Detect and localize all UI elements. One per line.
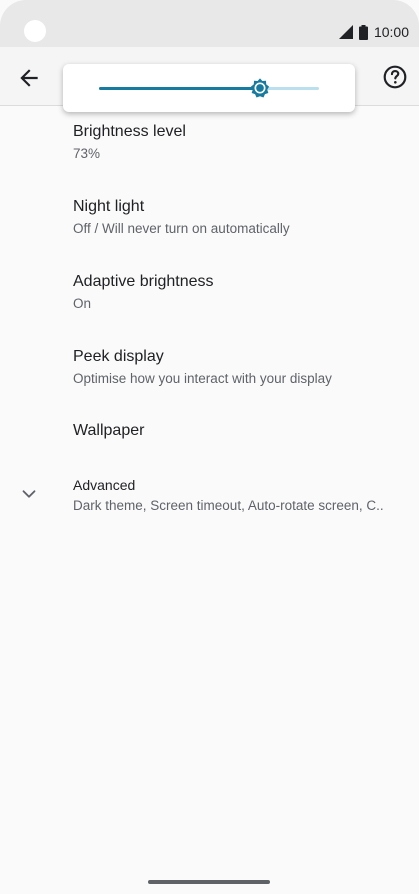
setting-advanced[interactable]: Advanced Dark theme, Screen timeout, Aut… xyxy=(0,461,419,535)
home-gesture-bar[interactable] xyxy=(148,880,270,884)
status-icons: 10:00 xyxy=(338,22,409,42)
chevron-down-icon xyxy=(22,490,36,498)
status-bar: 10:00 xyxy=(0,0,419,47)
setting-brightness-level[interactable]: Brightness level 73% xyxy=(0,105,419,179)
setting-subtitle: Optimise how you interact with your disp… xyxy=(73,371,332,386)
brightness-icon[interactable] xyxy=(249,77,271,99)
setting-title: Peek display xyxy=(73,348,164,365)
setting-wallpaper[interactable]: Wallpaper xyxy=(0,404,419,458)
setting-title: Wallpaper xyxy=(73,422,145,439)
setting-peek-display[interactable]: Peek display Optimise how you interact w… xyxy=(0,329,419,403)
setting-subtitle: On xyxy=(73,296,92,311)
setting-title: Advanced xyxy=(73,477,136,493)
camera-cutout xyxy=(24,20,46,42)
setting-adaptive-brightness[interactable]: Adaptive brightness On xyxy=(0,255,419,329)
setting-subtitle: Dark theme, Screen timeout, Auto-rotate … xyxy=(73,498,384,513)
brightness-slider-fill xyxy=(99,87,260,90)
setting-subtitle: Off / Will never turn on automatically xyxy=(73,221,290,236)
brightness-slider[interactable] xyxy=(99,78,319,98)
arrow-back-icon[interactable] xyxy=(16,65,42,91)
setting-title: Brightness level xyxy=(73,123,186,140)
help-icon[interactable] xyxy=(382,64,408,90)
setting-title: Night light xyxy=(73,198,145,215)
setting-night-light[interactable]: Night light Off / Will never turn on aut… xyxy=(0,180,419,254)
signal-icon xyxy=(338,25,353,39)
setting-subtitle: 73% xyxy=(73,146,101,161)
setting-title: Adaptive brightness xyxy=(73,273,214,290)
status-time: 10:00 xyxy=(373,24,409,40)
battery-icon xyxy=(358,24,368,40)
